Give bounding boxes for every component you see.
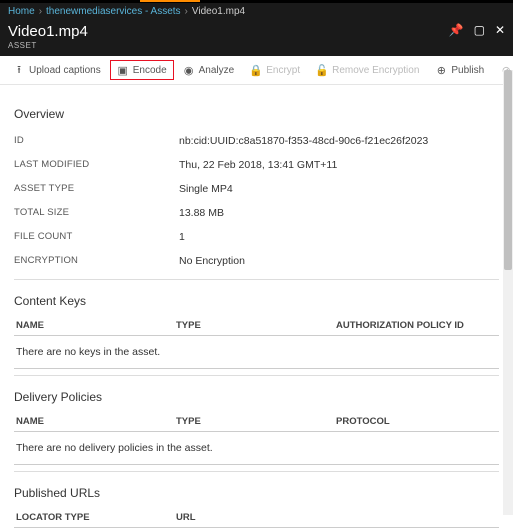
file-count-label: FILE COUNT [14,231,179,243]
lock-icon: 🔒 [250,64,262,76]
upload-icon: ⭱ [13,64,25,76]
delivery-policies-empty: There are no delivery policies in the as… [14,432,499,465]
delivery-policies-title: Delivery Policies [14,390,499,404]
upload-captions-button[interactable]: ⭱ Upload captions [6,60,108,80]
page-subtitle: ASSET [8,41,88,50]
col-name: NAME [16,320,176,331]
page-title: Video1.mp4 [8,23,88,40]
maximize-icon[interactable]: ▢ [474,23,485,37]
upload-captions-label: Upload captions [29,65,101,76]
breadcrumb-home[interactable]: Home [8,6,35,17]
encode-button[interactable]: ▣ Encode [110,60,174,80]
delivery-policies-header: NAME TYPE PROTOCOL [14,412,499,432]
breadcrumb-current: Video1.mp4 [192,6,245,17]
scrollbar-thumb[interactable] [504,70,512,270]
remove-encryption-button: 🔓 Remove Encryption [309,60,426,80]
col-type: TYPE [176,320,336,331]
col-name: NAME [16,416,176,427]
published-urls-title: Published URLs [14,486,499,500]
col-type: TYPE [176,416,336,427]
published-urls-header: LOCATOR TYPE URL [14,508,499,528]
encode-icon: ▣ [117,64,129,76]
unlock-icon: 🔓 [316,64,328,76]
analyze-label: Analyze [199,65,235,76]
pin-icon[interactable]: 📌 [449,23,464,37]
col-url: URL [176,512,497,523]
total-size-value: 13.88 MB [179,207,224,219]
encode-label: Encode [133,65,167,76]
analyze-button[interactable]: ◉ Analyze [176,60,242,80]
encryption-label: ENCRYPTION [14,255,179,267]
analyze-icon: ◉ [183,64,195,76]
file-count-value: 1 [179,231,185,243]
asset-type-label: ASSET TYPE [14,183,179,195]
asset-type-value: Single MP4 [179,183,233,195]
id-value: nb:cid:UUID:c8a51870-f353-48cd-90c6-f21e… [179,135,428,147]
content-keys-title: Content Keys [14,294,499,308]
last-modified-value: Thu, 22 Feb 2018, 13:41 GMT+11 [179,159,337,171]
col-protocol: PROTOCOL [336,416,497,427]
toolbar: ⭱ Upload captions ▣ Encode ◉ Analyze 🔒 E… [0,56,513,85]
window-top-accent [0,0,513,3]
remove-encryption-label: Remove Encryption [332,65,419,76]
id-label: ID [14,135,179,147]
content-area: Overview ID nb:cid:UUID:c8a51870-f353-48… [0,85,513,530]
publish-button[interactable]: ⊕ Publish [428,60,491,80]
close-icon[interactable]: ✕ [495,23,505,37]
encrypt-button: 🔒 Encrypt [243,60,307,80]
globe-icon: ⊕ [435,64,447,76]
breadcrumb: Home › thenewmediaservices - Assets › Vi… [0,3,513,19]
blade-header: Video1.mp4 ASSET 📌 ▢ ✕ [0,19,513,56]
col-policy: AUTHORIZATION POLICY ID [336,320,497,331]
col-locator: LOCATOR TYPE [16,512,176,523]
overview-title: Overview [14,107,499,121]
last-modified-label: LAST MODIFIED [14,159,179,171]
content-keys-header: NAME TYPE AUTHORIZATION POLICY ID [14,316,499,336]
total-size-label: TOTAL SIZE [14,207,179,219]
encryption-value: No Encryption [179,255,245,267]
breadcrumb-service[interactable]: thenewmediaservices - Assets [46,6,181,17]
publish-label: Publish [451,65,484,76]
scrollbar[interactable] [503,70,513,515]
encrypt-label: Encrypt [266,65,300,76]
content-keys-empty: There are no keys in the asset. [14,336,499,369]
